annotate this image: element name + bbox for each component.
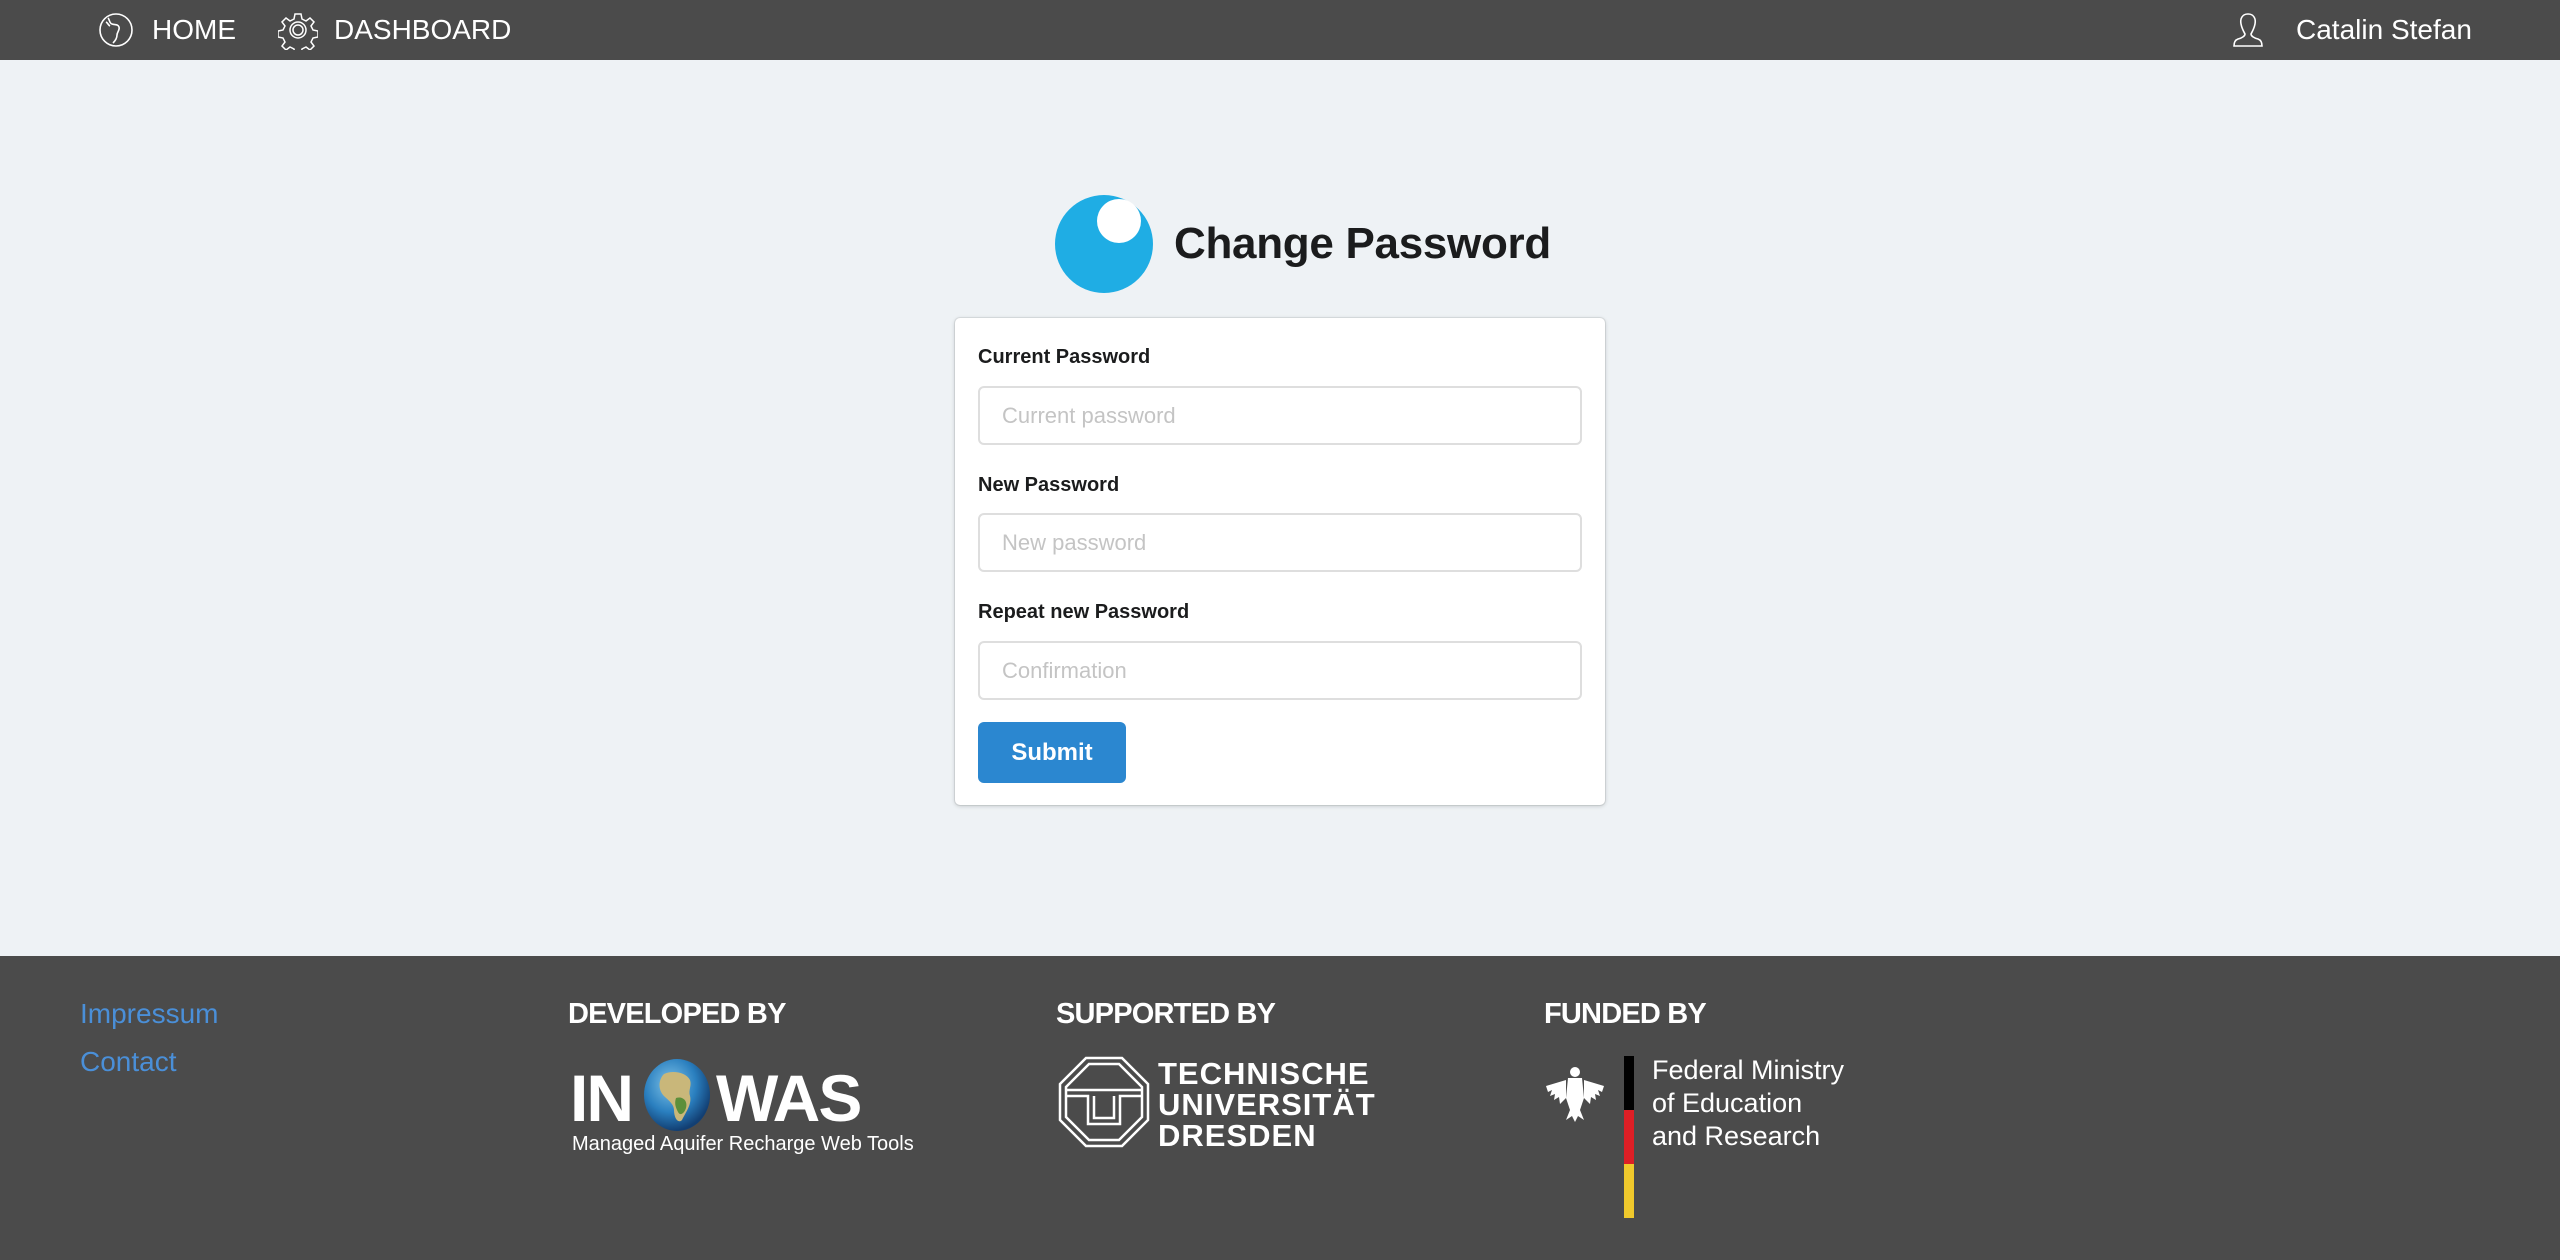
nav-dashboard-label: DASHBOARD	[334, 14, 512, 45]
inowas-logo-left: IN	[570, 1061, 634, 1135]
user-name: Catalin Stefan	[2296, 14, 2472, 45]
current-password-input[interactable]	[978, 386, 1582, 445]
repeat-password-label: Repeat new Password	[978, 601, 1190, 623]
tu-line-1: TECHNISCHE	[1158, 1056, 1370, 1091]
inowas-tagline: Managed Aquifer Recharge Web Tools	[572, 1133, 914, 1155]
supported-by-heading: SUPPORTED BY	[1056, 998, 1276, 1030]
developed-by-heading: DEVELOPED BY	[568, 998, 786, 1030]
change-password-form: Current Password New Password Repeat new…	[955, 318, 1605, 805]
nav-dashboard[interactable]: DASHBOARD	[278, 0, 511, 60]
tu-line-2: UNIVERSITÄT	[1158, 1087, 1376, 1122]
bmbf-logo[interactable]: Federal Ministry of Education and Resear…	[1544, 1054, 1864, 1224]
top-nav: HOME DASHBOARD Catalin Stefan	[0, 0, 2560, 60]
nav-home-label: HOME	[152, 14, 236, 45]
impressum-link[interactable]: Impressum	[80, 998, 218, 1030]
new-password-label: New Password	[978, 474, 1120, 496]
tu-dresden-name: TECHNISCHE UNIVERSITÄT DRESDEN	[1158, 1058, 1376, 1151]
current-password-label: Current Password	[978, 346, 1151, 368]
bmbf-line-1: Federal Ministry	[1652, 1055, 1845, 1085]
bmbf-line-3: and Research	[1652, 1121, 1821, 1151]
nav-user-menu[interactable]: Catalin Stefan	[2230, 0, 2472, 60]
federal-eagle-icon	[1544, 1064, 1606, 1131]
footer: Impressum Contact DEVELOPED BY IN WAS Ma…	[0, 956, 2560, 1260]
contact-link[interactable]: Contact	[80, 1046, 177, 1078]
tu-dresden-logo[interactable]: TECHNISCHE UNIVERSITÄT DRESDEN	[1058, 1054, 1378, 1164]
globe-icon	[96, 10, 136, 50]
user-icon	[2230, 10, 2270, 50]
flag-stripe-red	[1624, 1110, 1634, 1164]
page-header: Change Password	[1054, 194, 1551, 294]
inowas-logo[interactable]: IN WAS Managed Aquifer Recharge Web Tool…	[568, 1058, 928, 1168]
funded-by-heading: FUNDED BY	[1544, 998, 1707, 1030]
earth-globe-icon	[642, 1058, 712, 1137]
tu-dresden-emblem-icon	[1058, 1056, 1150, 1153]
inowas-logo-right: WAS	[716, 1061, 862, 1135]
bmbf-name: Federal Ministry of Education and Resear…	[1652, 1054, 1844, 1153]
tu-line-3: DRESDEN	[1158, 1118, 1317, 1153]
gear-icon	[278, 10, 318, 50]
app-logo-icon	[1054, 194, 1154, 294]
bmbf-line-2: of Education	[1652, 1088, 1803, 1118]
submit-button[interactable]: Submit	[978, 722, 1126, 783]
flag-stripe-black	[1624, 1056, 1634, 1110]
nav-home[interactable]: HOME	[96, 0, 236, 60]
page-title: Change Password	[1174, 219, 1551, 268]
flag-stripe-gold	[1624, 1164, 1634, 1218]
repeat-password-input[interactable]	[978, 641, 1582, 700]
new-password-input[interactable]	[978, 513, 1582, 572]
